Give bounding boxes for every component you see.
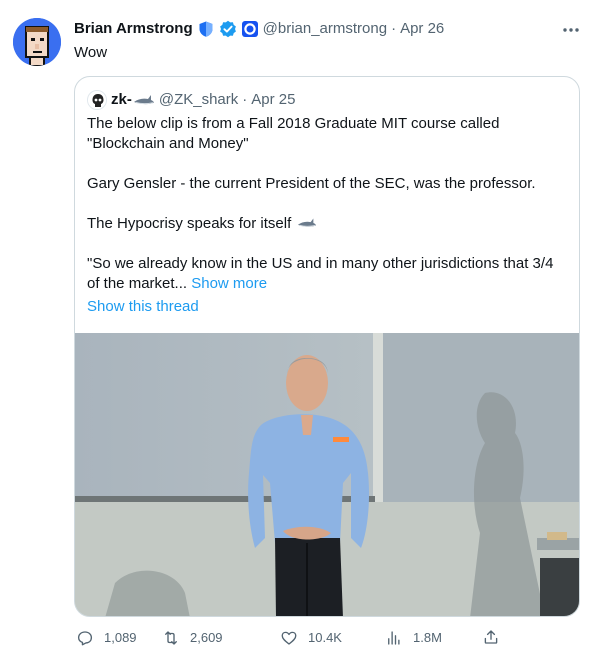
quote-body: The below clip is from a Fall 2018 Gradu… — [87, 114, 567, 294]
retweet-icon — [165, 631, 177, 645]
quote-paragraph-4: "So we already know in the US and in man… — [87, 254, 567, 294]
reply-count: 1,089 — [104, 630, 137, 645]
quote-separator-dot: · — [242, 91, 248, 108]
tweet-text: Wow — [74, 44, 108, 61]
views-bar-chart-icon — [388, 631, 400, 645]
quote-paragraph-2: Gary Gensler - the current President of … — [87, 175, 536, 192]
verified-badge-icon[interactable] — [219, 20, 237, 38]
views-button[interactable]: 1.8M — [385, 628, 442, 648]
share-icon — [484, 630, 498, 644]
shark-icon — [298, 218, 317, 227]
quote-video-media[interactable] — [75, 333, 579, 616]
tweet[interactable]: Brian Armstrong @brian_armstrong · Apr 2… — [0, 0, 597, 654]
quote-paragraph-4-text: "So we already know in the US and in man… — [87, 255, 554, 292]
quote-paragraph-3: The Hypocrisy speaks for itself — [87, 214, 567, 234]
tweet-action-bar: 1,089 2,609 10.4K 1.8M — [74, 628, 580, 650]
ellipsis-icon[interactable] — [560, 20, 582, 40]
separator-dot: · — [391, 20, 397, 37]
shield-badge-icon[interactable] — [197, 20, 215, 38]
reply-icon — [77, 631, 93, 646]
quote-date[interactable]: Apr 25 — [251, 90, 295, 110]
quote-author-handle[interactable]: @ZK_shark — [159, 90, 238, 110]
quote-header: zk- @ZK_shark · Apr 25 — [87, 90, 295, 110]
quote-paragraph-3-text: The Hypocrisy speaks for itself — [87, 215, 292, 232]
views-count: 1.8M — [413, 630, 442, 645]
skull-avatar-icon — [88, 91, 106, 109]
tweet-date[interactable]: Apr 26 — [400, 19, 444, 39]
coinbase-logo-icon[interactable] — [241, 20, 259, 38]
retweet-button[interactable]: 2,609 — [162, 628, 223, 648]
retweet-count: 2,609 — [190, 630, 223, 645]
show-more-link[interactable]: Show more — [191, 275, 267, 292]
pixel-face-avatar-icon — [13, 18, 61, 66]
quoted-tweet[interactable]: zk- @ZK_shark · Apr 25 The below clip is… — [74, 76, 580, 617]
author-name[interactable]: Brian Armstrong — [74, 19, 193, 39]
like-count: 10.4K — [308, 630, 342, 645]
quote-paragraph-1: The below clip is from a Fall 2018 Gradu… — [87, 115, 500, 152]
reply-button[interactable]: 1,089 — [76, 628, 137, 648]
author-handle[interactable]: @brian_armstrong — [263, 19, 387, 39]
heart-icon — [281, 631, 297, 645]
quote-avatar[interactable] — [87, 90, 107, 110]
show-thread-link[interactable]: Show this thread — [87, 297, 199, 317]
author-avatar[interactable] — [13, 18, 61, 66]
tweet-header: Brian Armstrong @brian_armstrong · Apr 2… — [74, 19, 444, 39]
lecture-video-still — [75, 333, 579, 616]
share-button[interactable] — [482, 628, 510, 646]
like-button[interactable]: 10.4K — [280, 628, 342, 648]
quote-author-name[interactable]: zk- — [111, 90, 132, 110]
shark-icon — [133, 95, 154, 105]
